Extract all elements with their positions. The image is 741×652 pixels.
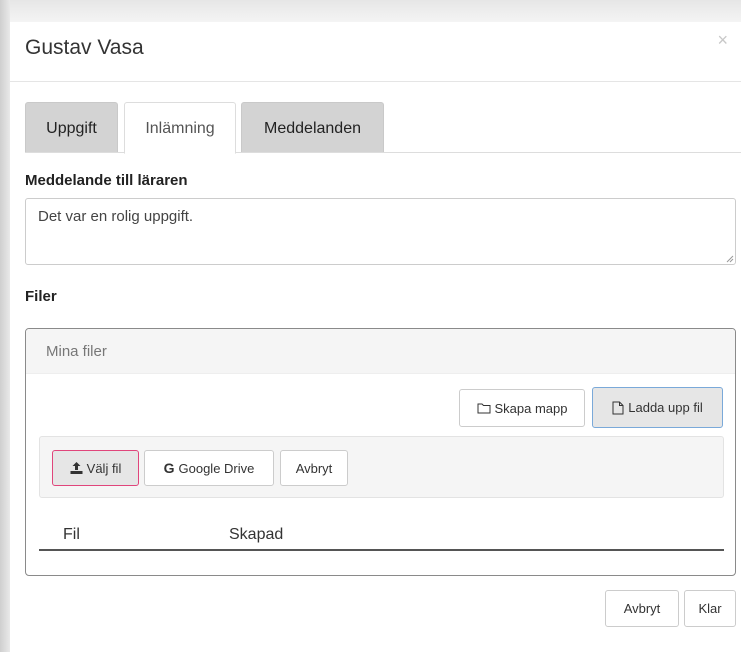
google-icon: G (163, 460, 175, 476)
close-icon[interactable]: × (717, 30, 728, 51)
choose-file-label: Välj fil (86, 460, 122, 476)
files-label: Filer (25, 288, 57, 305)
tab-inlamning[interactable]: Inlämning (124, 102, 236, 154)
create-folder-label: Skapa mapp (494, 400, 568, 416)
window-shadow-top (0, 0, 741, 22)
panel-title: Mina filer (46, 343, 107, 360)
file-icon (612, 401, 624, 415)
upload-file-button[interactable]: Ladda upp fil (592, 387, 723, 428)
upload-well: Välj fil G Google Drive Avbryt (39, 436, 724, 498)
column-header-created[interactable]: Skapad (229, 526, 283, 544)
submission-dialog: Gustav Vasa × Uppgift Inlämning Meddelan… (10, 22, 741, 652)
upload-file-label: Ladda upp fil (628, 400, 703, 415)
cancel-upload-button[interactable]: Avbryt (280, 450, 348, 486)
window-shadow-left (0, 0, 10, 652)
tab-bar: Uppgift Inlämning Meddelanden (25, 102, 741, 154)
folder-icon (477, 402, 491, 414)
column-header-file[interactable]: Fil (63, 526, 80, 544)
cancel-button[interactable]: Avbryt (605, 590, 679, 627)
done-button[interactable]: Klar (684, 590, 736, 627)
create-folder-button[interactable]: Skapa mapp (459, 389, 585, 427)
dialog-header: Gustav Vasa × (10, 22, 741, 82)
message-textarea[interactable]: Det var en rolig uppgift. (25, 198, 736, 265)
my-files-panel: Mina filer Skapa mapp Ladda upp fil Välj… (25, 328, 736, 576)
panel-heading: Mina filer (26, 329, 735, 374)
choose-file-button[interactable]: Välj fil (52, 450, 139, 486)
message-label: Meddelande till läraren (25, 172, 188, 189)
resize-grip-icon[interactable] (725, 254, 734, 263)
google-drive-button[interactable]: G Google Drive (144, 450, 274, 486)
google-drive-label: Google Drive (178, 460, 255, 476)
tab-meddelanden[interactable]: Meddelanden (241, 102, 384, 152)
upload-icon (70, 462, 83, 474)
dialog-title: Gustav Vasa (25, 36, 144, 59)
tab-uppgift[interactable]: Uppgift (25, 102, 118, 152)
files-table-header: Fil Skapad (39, 526, 724, 551)
